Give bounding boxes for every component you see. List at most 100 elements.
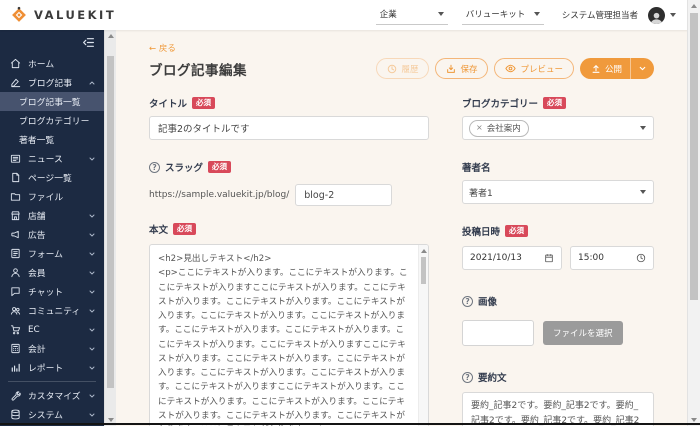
history-button[interactable]: 履歴 — [376, 58, 429, 79]
author-field-label: 著者名 — [462, 160, 654, 174]
sidebar-item-label: 会計 — [28, 342, 46, 355]
sidebar-item-ec[interactable]: EC — [0, 320, 104, 339]
top-header: VALUEKIT 企業 バリューキット システム管理担当者 — [0, 0, 700, 30]
sidebar-item-pages[interactable]: ページ一覧 — [0, 168, 104, 187]
image-filename-box[interactable] — [462, 320, 534, 346]
scroll-up-icon[interactable] — [421, 249, 427, 253]
sidebar-item-label: コミュニティ — [28, 304, 80, 317]
sidebar-collapse-icon[interactable] — [82, 36, 95, 49]
chevron-down-icon — [438, 12, 444, 16]
chevron-down-icon — [88, 364, 96, 372]
sidebar-item-chat[interactable]: チャット — [0, 282, 104, 301]
body-field-label: 本文 必須 — [149, 222, 429, 236]
sidebar-item-label: ニュース — [28, 152, 63, 165]
date-input[interactable]: 2021/10/13 — [462, 246, 562, 270]
sidebar-item-label: カスタマイズ — [28, 389, 81, 402]
sidebar-item-label: システム — [28, 408, 63, 421]
sidebar-item-file[interactable]: ファイル — [0, 187, 104, 206]
required-badge: 必須 — [192, 97, 215, 109]
sidebar-item-author-list[interactable]: 著者一覧 — [0, 130, 104, 149]
save-icon — [446, 64, 456, 74]
sidebar-item-store[interactable]: 店舗 — [0, 206, 104, 225]
sidebar-scrollbar[interactable] — [104, 30, 116, 426]
publish-button[interactable]: 公開 — [580, 58, 654, 79]
datetime-field-label: 投稿日時 必須 — [462, 224, 654, 238]
sidebar-item-member[interactable]: 会員 — [0, 263, 104, 282]
help-icon[interactable]: ? — [462, 296, 473, 307]
home-icon — [10, 58, 21, 69]
title-input[interactable] — [149, 116, 429, 140]
chevron-down-icon — [640, 190, 646, 194]
sidebar-item-label: 広告 — [28, 228, 46, 241]
clock-icon — [387, 64, 397, 74]
sidebar-item-label: ブログ記事 — [28, 76, 72, 89]
chevron-down-icon — [88, 392, 96, 400]
chevron-down-icon — [88, 269, 96, 277]
scroll-up-icon[interactable] — [108, 34, 114, 38]
slug-input[interactable] — [295, 184, 392, 206]
summary-textarea[interactable]: 要約_記事2です。要約_記事2です。要約_記事2です。要約_記事2です。要約_記… — [462, 392, 654, 426]
sidebar-item-blog-list[interactable]: ブログ記事一覧 — [0, 92, 104, 111]
sidebar-item-community[interactable]: コミュニティ — [0, 301, 104, 320]
upload-icon — [591, 64, 601, 74]
publish-dropdown[interactable] — [630, 58, 654, 79]
scroll-down-icon[interactable] — [691, 418, 697, 422]
chevron-down-icon — [88, 288, 96, 296]
file-select-button[interactable]: ファイルを選択 — [543, 321, 623, 345]
preview-button[interactable]: プレビュー — [494, 58, 574, 79]
clock-icon[interactable] — [636, 253, 646, 263]
required-badge: 必須 — [505, 225, 528, 237]
action-toolbar: 履歴 保存 プレビュー — [376, 58, 654, 79]
save-button[interactable]: 保存 — [435, 58, 488, 79]
sidebar-item-home[interactable]: ホーム — [0, 54, 104, 73]
category-select[interactable]: × 会社案内 — [462, 116, 654, 140]
sidebar-item-label: 店舗 — [28, 209, 46, 222]
chip-remove-icon[interactable]: × — [476, 124, 483, 132]
sidebar-item-label: ブログカテゴリー — [19, 114, 89, 127]
textarea-scrollbar[interactable] — [418, 245, 428, 426]
user-avatar[interactable] — [648, 7, 665, 24]
chat-icon — [10, 286, 21, 297]
chevron-down-icon — [88, 231, 96, 239]
scroll-up-icon[interactable] — [691, 4, 697, 8]
chevron-down-icon[interactable] — [670, 13, 676, 17]
sidebar-item-system[interactable]: システム — [0, 405, 104, 424]
sidebar-item-label: フォーム — [28, 247, 63, 260]
time-input[interactable]: 15:00 — [570, 246, 654, 270]
slug-url-prefix: https://sample.valuekit.jp/blog/ — [149, 190, 289, 200]
scroll-down-icon[interactable] — [108, 418, 114, 422]
sidebar-item-accounting[interactable]: 会計 — [0, 339, 104, 358]
cart-icon — [10, 324, 21, 335]
image-field-label: ? 画像 — [462, 294, 654, 308]
sidebar-item-customize[interactable]: カスタマイズ — [0, 386, 104, 405]
sidebar-item-ad[interactable]: 広告 — [0, 225, 104, 244]
body-textarea[interactable]: <h2>見出しテキスト</h2> <p>ここにテキストが入ります。ここにテキスト… — [149, 244, 429, 426]
user-role-label: システム管理担当者 — [562, 9, 638, 21]
company-select[interactable]: 企業 — [376, 5, 448, 25]
brand-logo[interactable]: VALUEKIT — [10, 6, 116, 24]
brand-name: VALUEKIT — [34, 8, 116, 22]
author-select[interactable]: 著者1 — [462, 180, 654, 204]
scrollbar-thumb[interactable] — [107, 56, 114, 388]
blog-icon — [10, 77, 21, 88]
calendar-icon[interactable] — [544, 253, 554, 263]
sidebar-item-blog-category[interactable]: ブログカテゴリー — [0, 111, 104, 130]
sidebar-item-report[interactable]: レポート — [0, 358, 104, 377]
sidebar-item-blog[interactable]: ブログ記事 — [0, 73, 104, 92]
sidebar-item-form[interactable]: フォーム — [0, 244, 104, 263]
help-icon[interactable]: ? — [149, 162, 160, 173]
sidebar-item-label: ブログ記事一覧 — [19, 95, 81, 108]
sidebar-item-news[interactable]: ニュース — [0, 149, 104, 168]
chevron-down-icon — [534, 12, 540, 16]
scrollbar-thumb[interactable] — [690, 13, 698, 300]
sidebar-item-label: チャット — [28, 285, 63, 298]
back-link[interactable]: ← 戻る — [149, 42, 176, 54]
service-select[interactable]: バリューキット — [462, 5, 544, 25]
help-icon[interactable]: ? — [462, 372, 473, 383]
scrollbar-thumb[interactable] — [421, 257, 426, 284]
required-badge: 必須 — [173, 223, 196, 235]
category-field-label: ブログカテゴリー 必須 — [462, 96, 654, 110]
required-badge: 必須 — [543, 97, 566, 109]
page-scrollbar[interactable] — [687, 0, 700, 426]
sidebar-item-label: ホーム — [28, 57, 54, 70]
